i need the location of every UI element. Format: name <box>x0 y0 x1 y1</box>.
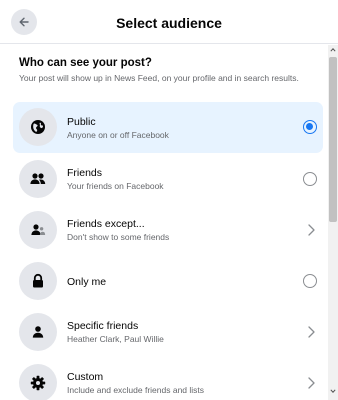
scroll-down-arrow-icon[interactable] <box>330 388 336 394</box>
radio-button[interactable] <box>303 172 317 186</box>
option-sublabel: Anyone on or off Facebook <box>67 130 169 140</box>
section-description: Your post will show up in News Feed, on … <box>19 73 299 83</box>
option-label: Custom <box>67 371 104 383</box>
radio-button[interactable] <box>303 274 317 288</box>
option-sublabel: Your friends on Facebook <box>67 181 164 191</box>
chevron-right-icon <box>308 224 315 236</box>
option-label: Friends <box>67 167 103 179</box>
audience-option-friends[interactable]: Friends Your friends on Facebook <box>13 154 323 205</box>
globe-icon <box>19 108 57 146</box>
option-label: Specific friends <box>67 320 139 332</box>
audience-option-specific-friends[interactable]: Specific friends Heather Clark, Paul Wil… <box>13 307 323 358</box>
friends-icon <box>19 160 57 198</box>
chevron-right-icon <box>308 377 315 389</box>
dialog-header: Select audience <box>0 0 338 44</box>
dialog-title: Select audience <box>116 15 222 31</box>
option-label: Friends except... <box>67 218 145 230</box>
scroll-up-arrow-icon[interactable] <box>330 47 336 53</box>
audience-option-only-me[interactable]: Only me <box>13 256 323 307</box>
chevron-right-icon <box>308 326 315 338</box>
friends-except-icon <box>19 211 57 249</box>
audience-content: Who can see your post? Your post will sh… <box>0 45 328 400</box>
option-sublabel: Heather Clark, Paul Willie <box>67 334 164 344</box>
option-sublabel: Include and exclude friends and lists <box>67 385 205 395</box>
person-icon <box>19 313 57 351</box>
audience-option-custom[interactable]: Custom Include and exclude friends and l… <box>13 358 323 400</box>
audience-option-friends-except[interactable]: Friends except... Don't show to some fri… <box>13 205 323 256</box>
gear-icon <box>19 364 57 400</box>
option-label: Only me <box>67 276 107 288</box>
lock-icon <box>19 262 57 300</box>
radio-button-selected[interactable] <box>303 120 317 134</box>
scrollbar-thumb[interactable] <box>329 57 337 222</box>
scrollbar[interactable] <box>328 45 338 400</box>
option-label: Public <box>67 116 96 128</box>
section-heading: Who can see your post? <box>19 57 152 69</box>
audience-option-public[interactable]: Public Anyone on or off Facebook <box>13 102 323 153</box>
option-sublabel: Don't show to some friends <box>67 232 170 242</box>
